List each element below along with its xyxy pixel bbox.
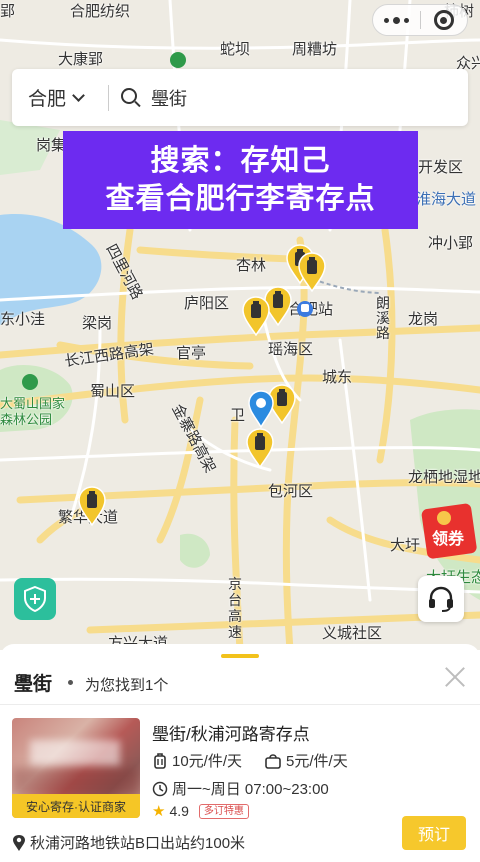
promo-banner-line1: 搜索：存知己 [150, 145, 331, 177]
bag-icon [265, 753, 281, 769]
map-label: 岗集 [36, 137, 67, 154]
result-sheet: 璺街 为您找到1个 安心寄存·认证商家 璺街/秋浦河路寄存点 10元/件/天 5… [0, 644, 480, 862]
insurance-button[interactable] [14, 578, 56, 620]
divider [0, 704, 480, 705]
map-label: 蛇坝 [220, 41, 251, 58]
park-poi-icon [22, 374, 38, 390]
city-selector[interactable]: 合肥 [12, 84, 108, 111]
promo-banner: 搜索：存知己 查看合肥行李寄存点 [63, 131, 418, 229]
map-label: 城东 [322, 369, 353, 386]
map-label: 周糟坊 [292, 41, 338, 58]
book-button[interactable]: 预订 [402, 816, 466, 850]
map-label: 淮海大道 [416, 191, 477, 208]
storage-marker[interactable] [246, 428, 274, 468]
verified-merchant-tag: 安心寄存·认证商家 [12, 794, 140, 818]
large-bag-price: 5元/件/天 [264, 750, 348, 771]
map-label: 龙栖地湿地 [408, 469, 480, 486]
map-label: 东小洼 [0, 311, 46, 328]
rating-value: 4.9 [169, 803, 189, 819]
map-label: 大圩 [390, 537, 421, 554]
selected-location-marker[interactable] [248, 390, 274, 428]
map-label: 包河区 [268, 483, 314, 500]
result-count: 为您找到1个 [85, 677, 169, 694]
opening-hours-label: 周一~周日 07:00~23:00 [172, 781, 329, 798]
map-label: 朗溪路 [376, 295, 390, 341]
more-dots-icon[interactable] [373, 16, 420, 24]
map-label: 冲小郢 [428, 235, 474, 252]
coupon-label: 领券 [432, 529, 465, 548]
address-label: 秋浦河路地铁站B口出站约100米 [30, 835, 246, 852]
result-header: 璺街 为您找到1个 [14, 669, 168, 696]
small-bag-price-label: 10元/件/天 [172, 753, 243, 770]
map-label: 卫 [230, 407, 246, 424]
rating: ★ 4.9 多订特惠 [152, 802, 249, 820]
storage-marker[interactable] [298, 252, 326, 292]
map-label: 庐阳区 [184, 295, 230, 312]
map-label: 开发区 [418, 159, 464, 176]
opening-hours: 周一~周日 07:00~23:00 [152, 778, 329, 799]
mini-program-capsule [372, 4, 468, 36]
separator-dot [68, 680, 74, 685]
luggage-small-icon [154, 752, 166, 769]
shield-plus-icon [24, 586, 46, 612]
search-input[interactable]: 璺街 [151, 85, 187, 111]
target-icon[interactable] [421, 10, 467, 30]
star-icon: ★ [152, 803, 166, 820]
coupon-button[interactable]: 领券 [420, 500, 480, 560]
storage-marker[interactable] [242, 296, 270, 336]
clock-icon [152, 781, 168, 796]
map-label: 京台高速 [228, 576, 242, 640]
map-label: 大康郢 [58, 51, 104, 68]
map-label: 官亭 [176, 345, 207, 362]
train-station-icon [297, 301, 313, 317]
location-pin-icon [13, 834, 25, 851]
map-label: 龙岗 [408, 311, 439, 328]
store-image[interactable]: 安心寄存·认证商家 [12, 718, 140, 818]
image-blur [12, 768, 140, 796]
map-label: 郢 [0, 3, 16, 20]
map-label: 瑶海区 [268, 341, 314, 358]
search-icon [121, 87, 141, 108]
close-icon[interactable] [444, 666, 466, 688]
promo-banner-line2: 查看合肥行李寄存点 [105, 183, 376, 215]
map-label: 义城社区 [322, 625, 383, 642]
storage-marker[interactable] [78, 486, 106, 526]
search-bar: 合肥 璺街 [12, 69, 468, 126]
small-bag-price: 10元/件/天 [152, 750, 242, 771]
city-label: 合肥 [28, 89, 67, 110]
search-divider [108, 84, 109, 111]
map-label: 蜀山区 [90, 383, 136, 400]
map-label: 大蜀山国家森林公园 [0, 396, 66, 427]
discount-badge: 多订特惠 [198, 803, 249, 819]
map-label: 合肥纺织 [70, 3, 131, 20]
image-blur [30, 740, 120, 766]
drag-handle[interactable] [221, 654, 259, 658]
store-name[interactable]: 璺街/秋浦河路寄存点 [152, 720, 310, 745]
map-label: 梁岗 [82, 315, 113, 332]
map-label: 杏林 [236, 257, 267, 274]
result-title: 璺街 [14, 674, 53, 695]
large-bag-price-label: 5元/件/天 [286, 753, 348, 770]
park-poi-icon [170, 52, 186, 68]
chevron-down-icon [72, 89, 85, 102]
price-row: 10元/件/天 5元/件/天 [152, 750, 370, 771]
headset-icon [429, 586, 453, 612]
customer-service-button[interactable] [418, 576, 464, 622]
store-address: 秋浦河路地铁站B口出站约100米 [12, 832, 245, 853]
